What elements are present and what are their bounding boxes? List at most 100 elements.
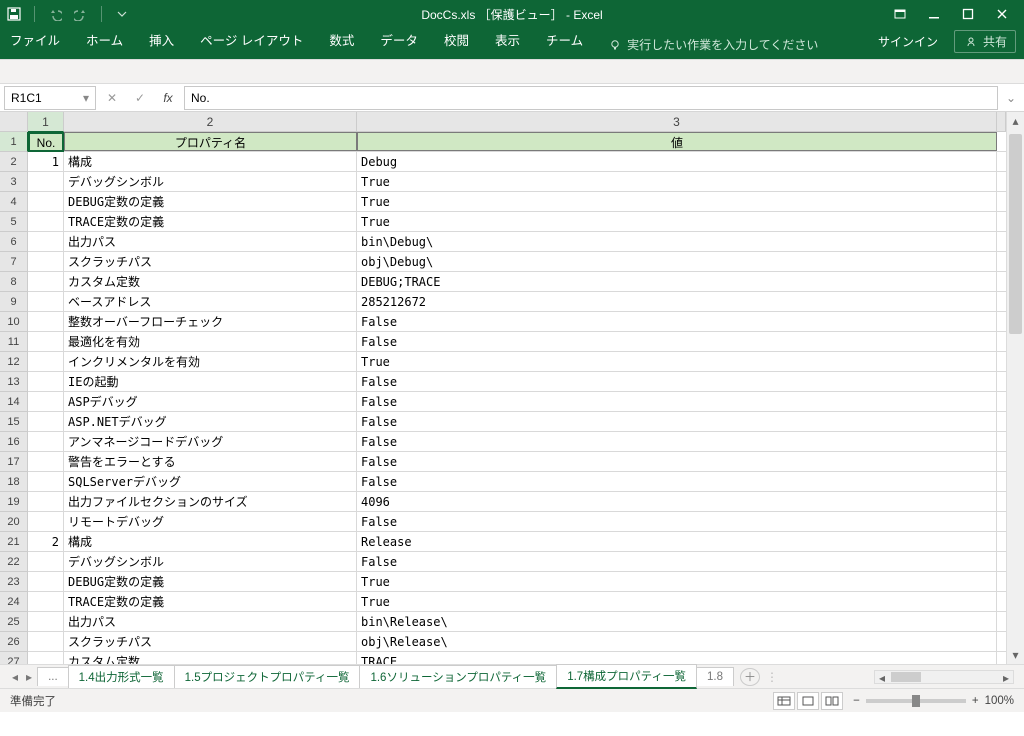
cell-value[interactable]: False (357, 512, 997, 531)
sheet-tab[interactable]: 1.8 (696, 667, 734, 686)
sheet-tab[interactable]: 1.4出力形式一覧 (68, 665, 175, 688)
cell-value[interactable]: Debug (357, 152, 997, 171)
row-header[interactable]: 5 (0, 212, 28, 232)
cell-no[interactable] (28, 252, 64, 271)
sign-in-link[interactable]: サインイン (878, 33, 938, 50)
row-header[interactable]: 25 (0, 612, 28, 632)
zoom-level[interactable]: 100% (985, 695, 1014, 707)
cell-no[interactable] (28, 652, 64, 664)
cell-value[interactable]: False (357, 392, 997, 411)
cell-property-name[interactable]: TRACE定数の定義 (64, 212, 357, 231)
vertical-scrollbar[interactable]: ▴ ▾ (1006, 112, 1024, 664)
cell-value[interactable]: bin\Debug\ (357, 232, 997, 251)
column-header[interactable]: 3 (357, 112, 997, 132)
cell-value[interactable]: bin\Release\ (357, 612, 997, 631)
cell-no[interactable] (28, 292, 64, 311)
fx-icon[interactable]: fx (156, 86, 180, 110)
cell-no[interactable] (28, 412, 64, 431)
cell-value[interactable]: Release (357, 532, 997, 551)
sheet-tab[interactable]: 1.6ソリューションプロパティ一覧 (359, 665, 557, 688)
formula-expand-icon[interactable]: ⌄ (1002, 91, 1020, 105)
close-icon[interactable] (994, 6, 1010, 22)
redo-icon[interactable] (73, 6, 89, 22)
cell-property-name[interactable]: 整数オーバーフローチェック (64, 312, 357, 331)
cell-property-name[interactable]: ASPデバッグ (64, 392, 357, 411)
scroll-left-icon[interactable]: ◂ (875, 671, 889, 685)
share-button[interactable]: 共有 (954, 30, 1016, 53)
scrollbar-thumb[interactable] (1009, 134, 1022, 334)
scrollbar-thumb[interactable] (891, 672, 921, 682)
cell-no[interactable] (28, 332, 64, 351)
cell-value[interactable]: False (357, 472, 997, 491)
cell-property-name[interactable]: スクラッチパス (64, 632, 357, 651)
cell-value[interactable]: 4096 (357, 492, 997, 511)
row-header[interactable]: 26 (0, 632, 28, 652)
cell-no[interactable] (28, 572, 64, 591)
cell-no[interactable] (28, 632, 64, 651)
cell-value[interactable]: True (357, 352, 997, 371)
cell-no[interactable] (28, 472, 64, 491)
normal-view-icon[interactable] (773, 692, 795, 710)
cell-value[interactable]: False (357, 552, 997, 571)
cell-value[interactable]: True (357, 572, 997, 591)
name-box[interactable]: R1C1 ▾ (4, 86, 96, 110)
sheet-tab-active[interactable]: 1.7構成プロパティ一覧 (556, 664, 697, 689)
cell-value[interactable]: True (357, 212, 997, 231)
row-header[interactable]: 20 (0, 512, 28, 532)
column-header[interactable] (997, 112, 1006, 132)
cell-no[interactable]: 1 (28, 152, 64, 171)
select-all-corner[interactable] (0, 112, 28, 132)
tab-home[interactable]: ホーム (84, 26, 125, 53)
cell-no[interactable] (28, 492, 64, 511)
cell-value[interactable]: True (357, 592, 997, 611)
cell-no[interactable] (28, 512, 64, 531)
cell-no[interactable] (28, 272, 64, 291)
enter-formula-icon[interactable]: ✓ (128, 86, 152, 110)
row-header[interactable]: 18 (0, 472, 28, 492)
row-header[interactable]: 21 (0, 532, 28, 552)
cell-no[interactable] (28, 392, 64, 411)
row-header[interactable]: 11 (0, 332, 28, 352)
cell-property-name[interactable]: カスタム定数 (64, 652, 357, 664)
zoom-in-icon[interactable]: + (972, 695, 979, 707)
header-value[interactable]: 値 (357, 132, 997, 151)
cell-no[interactable] (28, 352, 64, 371)
cell-property-name[interactable]: DEBUG定数の定義 (64, 192, 357, 211)
header-no[interactable]: No. (28, 132, 64, 151)
column-header[interactable]: 2 (64, 112, 357, 132)
cell-no[interactable] (28, 592, 64, 611)
cell-property-name[interactable]: デバッグシンボル (64, 172, 357, 191)
row-header[interactable]: 3 (0, 172, 28, 192)
cell-no[interactable] (28, 452, 64, 471)
cell-property-name[interactable]: 構成 (64, 152, 357, 171)
cell-value[interactable]: obj\Debug\ (357, 252, 997, 271)
cell-value[interactable]: False (357, 452, 997, 471)
cell-property-name[interactable]: TRACE定数の定義 (64, 592, 357, 611)
new-sheet-icon[interactable]: ＋ (740, 668, 760, 686)
cell-value[interactable]: False (357, 432, 997, 451)
row-header[interactable]: 19 (0, 492, 28, 512)
minimize-icon[interactable] (926, 6, 942, 22)
cells-area[interactable]: No. プロパティ名 値 1構成DebugデバッグシンボルTrueDEBUG定数… (28, 132, 1006, 664)
horizontal-scrollbar[interactable]: ◂ ▸ (874, 670, 1014, 684)
tab-team[interactable]: チーム (544, 26, 585, 53)
cell-property-name[interactable]: デバッグシンボル (64, 552, 357, 571)
cell-property-name[interactable]: ASP.NETデバッグ (64, 412, 357, 431)
worksheet-grid[interactable]: 1 2 3 1234567891011121314151617181920212… (0, 112, 1024, 664)
cell-property-name[interactable]: ベースアドレス (64, 292, 357, 311)
sheet-tab-more[interactable]: ... (37, 667, 69, 686)
cell-property-name[interactable]: 最適化を有効 (64, 332, 357, 351)
tab-formulas[interactable]: 数式 (327, 26, 356, 53)
row-header[interactable]: 27 (0, 652, 28, 664)
cell-property-name[interactable]: スクラッチパス (64, 252, 357, 271)
row-header[interactable]: 6 (0, 232, 28, 252)
cell-no[interactable] (28, 372, 64, 391)
cell-no[interactable] (28, 552, 64, 571)
row-header[interactable]: 22 (0, 552, 28, 572)
cell-no[interactable]: 2 (28, 532, 64, 551)
row-header[interactable]: 16 (0, 432, 28, 452)
cell-no[interactable] (28, 432, 64, 451)
cell-value[interactable]: False (357, 412, 997, 431)
page-break-view-icon[interactable] (821, 692, 843, 710)
cell-value[interactable]: DEBUG;TRACE (357, 272, 997, 291)
